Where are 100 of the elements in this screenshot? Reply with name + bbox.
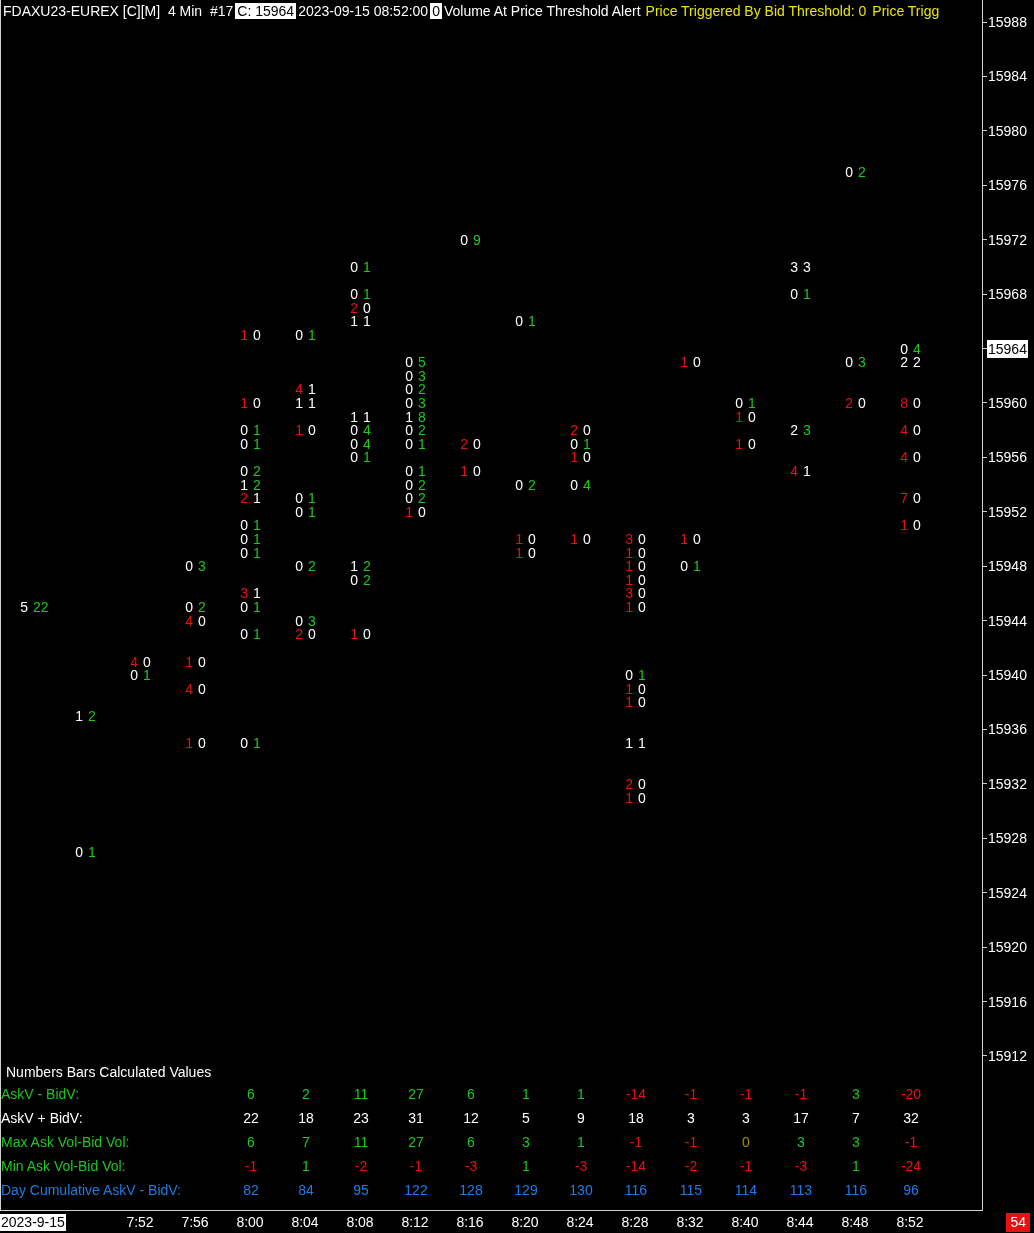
bid-volume: 2	[900, 354, 908, 371]
ask-volume: 1	[528, 313, 536, 330]
value-cell: 6	[467, 1086, 475, 1102]
bid-volume: 1	[185, 735, 193, 751]
bid-volume: 5	[20, 599, 28, 615]
price-label: 15940	[987, 666, 1028, 685]
ask-volume: 0	[638, 530, 646, 547]
ask-volume: 1	[363, 313, 371, 330]
ask-volume: 0	[638, 585, 646, 602]
ask-volume: 9	[473, 231, 481, 248]
bid-volume: 3	[240, 585, 248, 602]
value-cell: 130	[569, 1182, 593, 1198]
ask-volume: 0	[473, 435, 481, 452]
price-label: 15984	[987, 67, 1028, 86]
bid-volume: 1	[515, 530, 523, 547]
bid-volume: 0	[680, 558, 688, 575]
value-cell: 18	[298, 1110, 314, 1126]
bid-volume: 7	[900, 490, 908, 507]
value-cell: 3	[742, 1110, 750, 1126]
bid-volume: 0	[405, 463, 413, 479]
ask-volume: 0	[363, 626, 371, 643]
ask-volume: 0	[528, 530, 536, 547]
price-label: 15944	[987, 611, 1028, 630]
ask-volume: 2	[528, 476, 536, 493]
bid-volume: 4	[900, 422, 908, 439]
ask-volume: 1	[88, 843, 96, 860]
time-label: 8:24	[566, 1214, 594, 1231]
bid-volume: 0	[900, 340, 908, 357]
ask-volume: 3	[308, 612, 316, 629]
ask-volume: 1	[363, 258, 371, 275]
value-cell: 3	[852, 1134, 860, 1150]
ask-volume: 2	[913, 354, 921, 371]
ask-volume: 1	[803, 463, 811, 479]
ask-volume: 1	[308, 326, 316, 343]
time-label: 8:32	[676, 1214, 704, 1231]
header-value: C: 15964	[235, 3, 297, 19]
bid-volume: 3	[625, 530, 633, 547]
bid-volume: 0	[240, 599, 248, 615]
price-label: 15952	[987, 502, 1028, 521]
value-cell: 32	[903, 1110, 919, 1126]
value-cell: 2	[302, 1086, 310, 1102]
bid-volume: 0	[845, 163, 853, 180]
ask-volume: 0	[913, 422, 921, 439]
value-cell: 27	[408, 1086, 424, 1102]
value-cell: -3	[794, 1158, 808, 1174]
value-cell: 0	[742, 1134, 750, 1150]
ask-volume: 1	[363, 449, 371, 466]
bid-volume: 1	[185, 653, 193, 670]
ask-volume: 0	[748, 408, 756, 425]
ask-volume: 1	[253, 490, 261, 507]
price-label: 15912	[987, 1046, 1028, 1065]
bid-volume: 1	[625, 789, 633, 806]
bid-volume: 1	[625, 544, 633, 561]
value-cell: 96	[903, 1182, 919, 1198]
bid-volume: 0	[185, 599, 193, 615]
value-cell: -2	[684, 1158, 698, 1174]
ask-volume: 2	[253, 476, 261, 493]
bid-volume: 0	[75, 843, 83, 860]
bid-volume: 1	[295, 422, 303, 439]
bid-volume: 1	[900, 517, 908, 534]
price-label: 15988	[987, 13, 1028, 31]
value-cell: -14	[625, 1086, 647, 1102]
ask-volume: 0	[748, 435, 756, 452]
ask-volume: 0	[693, 354, 701, 371]
ask-volume: 1	[253, 585, 261, 602]
ask-volume: 0	[308, 626, 316, 643]
bid-volume: 0	[295, 612, 303, 629]
ask-volume: 3	[858, 354, 866, 371]
bid-volume: 0	[790, 286, 798, 303]
value-cell: 23	[353, 1110, 369, 1126]
ask-volume: 1	[693, 558, 701, 575]
ask-volume: 0	[638, 775, 646, 792]
bid-volume: 0	[460, 231, 468, 248]
time-label: 8:04	[291, 1214, 319, 1231]
header-value: 0	[430, 3, 442, 19]
value-cell: 116	[844, 1182, 868, 1198]
ask-volume: 0	[858, 394, 866, 411]
ask-volume: 1	[253, 599, 261, 615]
price-label: 15976	[987, 176, 1028, 195]
ask-volume: 1	[638, 735, 646, 751]
bid-volume: 4	[185, 680, 193, 697]
value-cell: 11	[353, 1134, 369, 1150]
bid-volume: 0	[185, 558, 193, 575]
price-label: 15924	[987, 883, 1028, 902]
ask-volume: 1	[143, 667, 151, 684]
value-cell: 1	[852, 1158, 860, 1174]
ask-volume: 1	[253, 626, 261, 643]
price-label: 15936	[987, 720, 1028, 739]
ask-volume: 2	[198, 599, 206, 615]
ask-volume: 2	[308, 558, 316, 575]
bid-volume: 8	[900, 394, 908, 411]
bid-volume: 0	[405, 476, 413, 493]
value-cell: -1	[739, 1158, 753, 1174]
bid-volume: 1	[735, 435, 743, 452]
bid-volume: 1	[240, 394, 248, 411]
value-cell: 12	[463, 1110, 479, 1126]
value-cell: -1	[684, 1086, 698, 1102]
value-cell: 95	[353, 1182, 369, 1198]
value-cell: 115	[679, 1182, 703, 1198]
time-label: 8:16	[456, 1214, 484, 1231]
